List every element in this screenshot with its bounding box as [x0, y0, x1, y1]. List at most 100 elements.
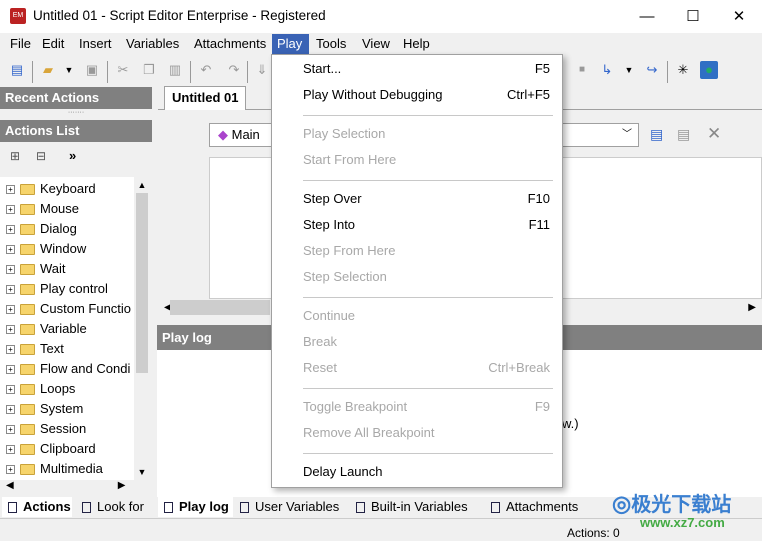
recent-actions-header[interactable]: Recent Actions — [0, 87, 152, 109]
tree-item-label: Flow and Condi — [40, 361, 131, 376]
actions-list-header[interactable]: Actions List — [0, 120, 152, 142]
pick-cursor-icon[interactable]: ✳ — [674, 61, 692, 79]
close-button[interactable]: ✕ — [716, 0, 762, 33]
folder-icon — [20, 204, 35, 216]
tree-item[interactable]: + Variable — [6, 319, 134, 339]
tab-look-for[interactable]: Look for — [76, 497, 144, 517]
tree-item-label: Dialog — [40, 221, 77, 236]
folder-icon — [20, 464, 35, 476]
expand-icon[interactable]: + — [6, 205, 15, 215]
menu-attachments[interactable]: Attachments — [189, 34, 271, 54]
tree-item[interactable]: + Loops — [6, 379, 134, 399]
expand-icon[interactable]: + — [6, 345, 15, 355]
tree-item-label: Keyboard — [40, 181, 96, 196]
expand-icon[interactable]: + — [6, 325, 15, 335]
expand-icon[interactable]: + — [6, 365, 15, 375]
menu-edit[interactable]: Edit — [37, 34, 69, 54]
expand-icon[interactable]: + — [6, 405, 15, 415]
menu-item-step-from-here: Step From Here — [303, 243, 396, 258]
tree-item[interactable]: + Session — [6, 419, 134, 439]
stop-icon[interactable]: ■ — [573, 61, 591, 79]
menu-play[interactable]: Play — [272, 34, 309, 54]
menu-item-remove-all-breakpoint: Remove All Breakpoint — [303, 425, 435, 440]
menu-separator — [303, 453, 553, 454]
expand-icon[interactable]: + — [6, 225, 15, 235]
expand-icon[interactable]: + — [6, 385, 15, 395]
expand-icon[interactable]: + — [6, 465, 15, 475]
menu-item-step-over[interactable]: Step Over F10 — [303, 186, 550, 212]
tree-item-label: Clipboard — [40, 441, 96, 456]
undo-icon[interactable]: ↶ — [197, 61, 215, 79]
move-down-icon[interactable]: ⇓ — [253, 61, 271, 79]
collapse-all-icon[interactable]: ⊟ — [36, 149, 46, 163]
expand-icon[interactable]: + — [6, 185, 15, 195]
paste-icon[interactable]: ▥ — [166, 61, 184, 79]
tree-item-label: Text — [40, 341, 64, 356]
tree-horizontal-scrollbar[interactable]: ◀ ▶ — [0, 480, 134, 496]
tree-item[interactable]: + Mouse — [6, 199, 134, 219]
menu-tools[interactable]: Tools — [311, 34, 351, 54]
function-properties-icon[interactable]: ▤ — [677, 126, 690, 143]
new-function-icon[interactable]: ▤ — [650, 126, 663, 143]
watermark-logo: ◎极光下载站 — [612, 491, 732, 516]
expand-icon[interactable]: + — [6, 285, 15, 295]
tree-vertical-scrollbar[interactable]: ▲ ▼ — [134, 177, 150, 480]
step-over-icon[interactable]: ↪ — [643, 61, 661, 79]
save-icon[interactable]: ▣ — [83, 61, 101, 79]
redo-icon[interactable]: ↷ — [225, 61, 243, 79]
menu-help[interactable]: Help — [398, 34, 435, 54]
tree-item[interactable]: + Multimedia — [6, 459, 134, 479]
menu-item-toggle-breakpoint: Toggle Breakpoint F9 — [303, 399, 550, 414]
more-icon[interactable]: » — [69, 148, 76, 163]
step-dropdown-icon[interactable]: ▼ — [620, 61, 638, 79]
step-into-icon[interactable]: ↳ — [598, 61, 616, 79]
menu-item-step-selection: Step Selection — [303, 269, 387, 284]
splitter-handle[interactable]: ······· — [0, 109, 152, 120]
minimize-button[interactable]: — — [624, 0, 670, 33]
cut-icon[interactable]: ✂ — [114, 61, 132, 79]
open-dropdown-icon[interactable]: ▼ — [60, 61, 78, 79]
expand-icon[interactable]: + — [6, 265, 15, 275]
tree-item-label: Loops — [40, 381, 76, 396]
tab-user-variables[interactable]: User Variables — [234, 497, 339, 517]
menu-item-delay-launch[interactable]: Delay Launch — [303, 459, 550, 485]
expand-icon[interactable]: + — [6, 245, 15, 255]
tree-item[interactable]: + Keyboard — [6, 179, 134, 199]
new-script-icon[interactable]: ▤ — [8, 61, 26, 79]
tab-built-in-variables[interactable]: Built-in Variables — [350, 497, 468, 517]
expand-all-icon[interactable]: ⊞ — [10, 149, 20, 163]
maximize-button[interactable]: ☐ — [670, 0, 716, 33]
menu-item-step-into[interactable]: Step Into F11 — [303, 212, 550, 238]
tab-actions[interactable]: Actions — [2, 497, 72, 517]
open-folder-icon[interactable]: ▰ — [39, 61, 57, 79]
tree-item[interactable]: + Text — [6, 339, 134, 359]
tree-item[interactable]: + Wait — [6, 259, 134, 279]
menu-view[interactable]: View — [357, 34, 395, 54]
menu-item-start-from-here: Start From Here — [303, 152, 397, 167]
menu-item-play-without-debugging[interactable]: Play Without Debugging Ctrl+F5 — [303, 82, 550, 108]
expand-icon[interactable]: + — [6, 445, 15, 455]
tab-untitled-01[interactable]: Untitled 01 — [164, 86, 246, 110]
title-bar: EM Untitled 01 - Script Editor Enterpris… — [0, 0, 762, 33]
expand-icon[interactable]: + — [6, 305, 15, 315]
tree-item[interactable]: + System — [6, 399, 134, 419]
delete-function-icon[interactable]: ✕ — [707, 124, 721, 144]
tree-item[interactable]: + Flow and Condi — [6, 359, 134, 379]
menu-insert[interactable]: Insert — [74, 34, 117, 54]
tree-item[interactable]: + Custom Functio — [6, 299, 134, 319]
expand-icon[interactable]: + — [6, 425, 15, 435]
menu-variables[interactable]: Variables — [121, 34, 184, 54]
browser-icon[interactable]: ● — [700, 61, 718, 79]
folder-icon — [20, 304, 35, 316]
tree-item[interactable]: + Dialog — [6, 219, 134, 239]
folder-icon — [20, 224, 35, 236]
tree-item[interactable]: + Clipboard — [6, 439, 134, 459]
tab-attachments[interactable]: Attachments — [485, 497, 578, 517]
menu-file[interactable]: File — [5, 34, 36, 54]
folder-icon — [20, 444, 35, 456]
menu-item-start[interactable]: Start... F5 — [303, 56, 550, 82]
copy-icon[interactable]: ❐ — [140, 61, 158, 79]
tree-item[interactable]: + Play control — [6, 279, 134, 299]
tree-item[interactable]: + Window — [6, 239, 134, 259]
tab-play-log[interactable]: Play log — [158, 497, 233, 517]
